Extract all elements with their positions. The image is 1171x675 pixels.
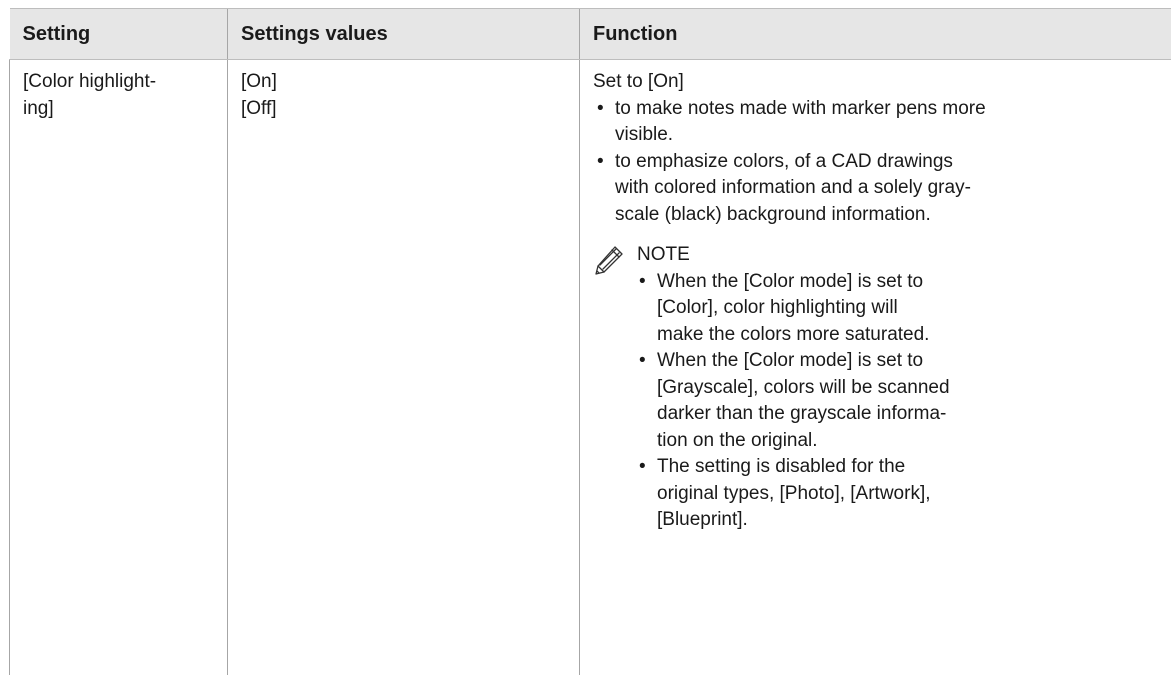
bullet-glyph: •: [597, 96, 604, 123]
list-item-line: make the colors more saturated.: [657, 322, 1171, 349]
cell-function: Set to [On] • to make notes made with ma…: [580, 60, 1171, 675]
value-on: [On]: [241, 69, 569, 96]
list-item-line: darker than the grayscale informa-: [657, 401, 1171, 428]
pencil-icon: [593, 244, 625, 276]
bullet-glyph: •: [639, 348, 646, 375]
list-item: • When the [Color mode] is set to [Color…: [635, 269, 1171, 349]
list-item-line: When the [Color mode] is set to: [657, 348, 1171, 375]
list-item-line: original types, [Photo], [Artwork],: [657, 481, 1171, 508]
bullet-glyph: •: [597, 149, 604, 176]
list-item: • The setting is disabled for the origin…: [635, 454, 1171, 534]
bullet-glyph: •: [639, 269, 646, 296]
list-item-line: [Grayscale], colors will be scanned: [657, 375, 1171, 402]
header-settings-values: Settings values: [228, 9, 580, 60]
list-item: • When the [Color mode] is set to [Grays…: [635, 348, 1171, 454]
bullet-glyph: •: [639, 454, 646, 481]
settings-table: Setting Settings values Function [Color …: [9, 8, 1171, 675]
setting-name-line: [Color highlight-: [23, 69, 217, 96]
list-item-line: to emphasize colors, of a CAD drawings: [615, 149, 1171, 176]
function-intro: Set to [On]: [593, 69, 1171, 96]
list-item-line: The setting is disabled for the: [657, 454, 1171, 481]
table-row: [Color highlight- ing] [On] [Off] Set to…: [10, 60, 1171, 675]
list-item: • to make notes made with marker pens mo…: [593, 96, 1171, 149]
list-item-line: to make notes made with marker pens more: [615, 96, 1171, 123]
list-item-line: tion on the original.: [657, 428, 1171, 455]
cell-settings-values: [On] [Off]: [228, 60, 580, 675]
list-item-line: [Color], color highlighting will: [657, 295, 1171, 322]
cell-setting: [Color highlight- ing]: [10, 60, 228, 675]
list-item: • to emphasize colors, of a CAD drawings…: [593, 149, 1171, 229]
table-header-row: Setting Settings values Function: [10, 9, 1171, 60]
list-item-line: scale (black) background information.: [615, 202, 1171, 229]
header-setting: Setting: [10, 9, 228, 60]
list-item-line: visible.: [615, 122, 1171, 149]
note-title: NOTE: [637, 242, 1171, 269]
list-item-line: [Blueprint].: [657, 507, 1171, 534]
header-function: Function: [580, 9, 1171, 60]
list-item-line: When the [Color mode] is set to: [657, 269, 1171, 296]
function-bullet-list: • to make notes made with marker pens mo…: [593, 96, 1171, 229]
note-bullet-list: • When the [Color mode] is set to [Color…: [635, 269, 1171, 534]
list-item-line: with colored information and a solely gr…: [615, 175, 1171, 202]
value-off: [Off]: [241, 96, 569, 123]
setting-name-line: ing]: [23, 96, 217, 123]
note-block: NOTE • When the [Color mode] is set to […: [593, 242, 1171, 534]
